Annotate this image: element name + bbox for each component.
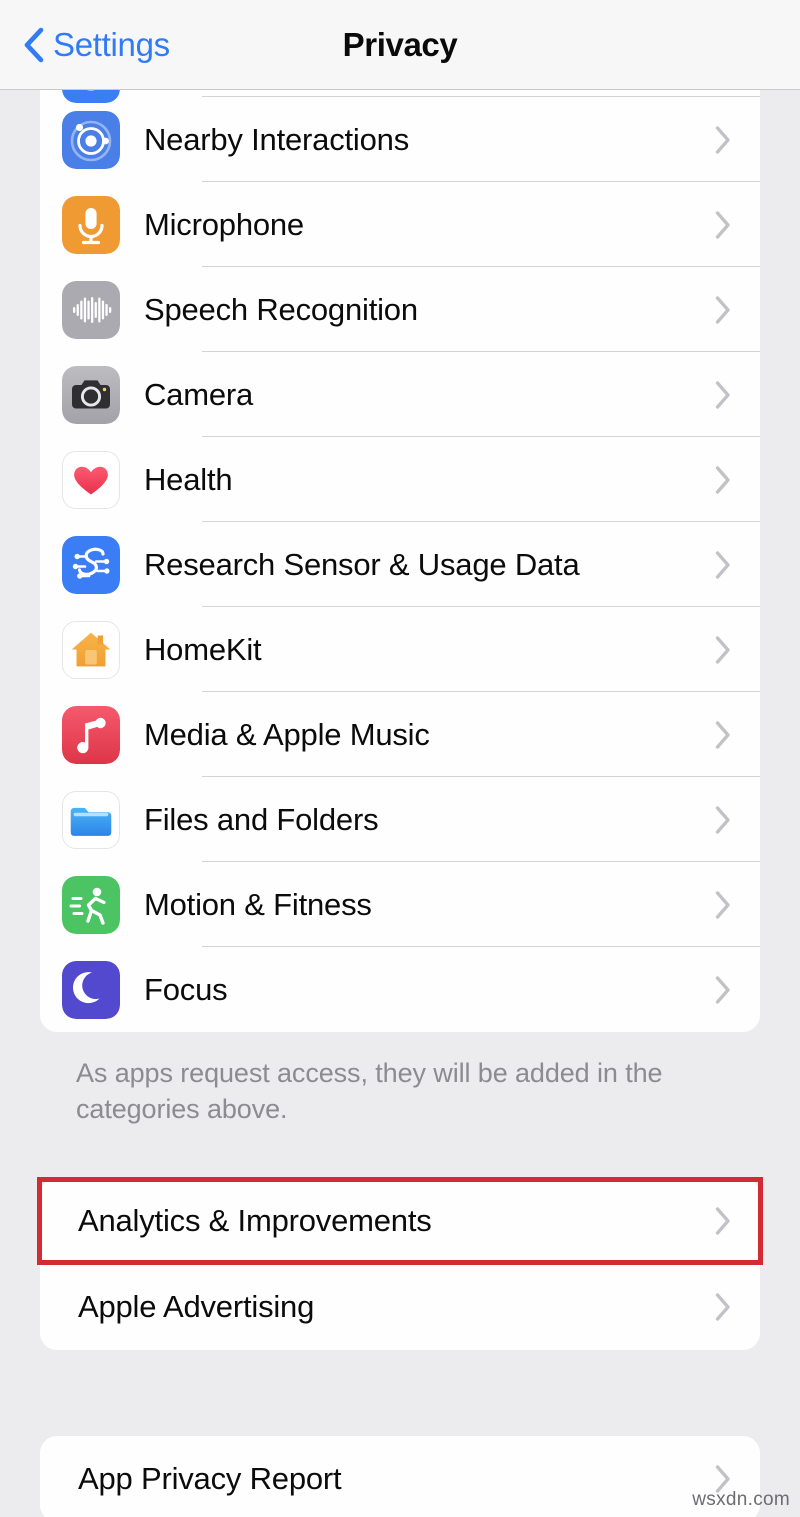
- chevron-right-icon: [715, 635, 730, 664]
- settings-row[interactable]: HomeKit: [40, 607, 760, 692]
- settings-row[interactable]: Speech Recognition: [40, 267, 760, 352]
- chevron-right-icon: [715, 210, 730, 239]
- settings-row-label: HomeKit: [144, 631, 262, 667]
- settings-row-label: Apple Advertising: [78, 1288, 315, 1324]
- iphone-settings-privacy-screen: Privacy Settings Local Network Nearby Int…: [0, 0, 800, 1517]
- scroll-content[interactable]: Local Network Nearby Interactions Micropho…: [0, 90, 800, 1517]
- settings-row-label: Health: [144, 461, 233, 497]
- chevron-right-icon: [715, 1293, 730, 1321]
- privacy-permissions-card: Local Network Nearby Interactions Micropho…: [40, 90, 760, 1032]
- motion-fitness-icon: [62, 875, 120, 934]
- analytics-card: Analytics & Improvements Apple Advertisin…: [40, 1177, 760, 1350]
- health-heart-icon: [62, 450, 120, 509]
- chevron-right-icon: [715, 295, 730, 324]
- nearby-interactions-icon: [62, 110, 120, 169]
- speech-recognition-icon: [62, 280, 120, 339]
- settings-row[interactable]: Health: [40, 437, 760, 522]
- settings-row[interactable]: Media & Apple Music: [40, 692, 760, 777]
- settings-row[interactable]: Research Sensor & Usage Data: [40, 522, 760, 607]
- page-title: Privacy: [342, 25, 458, 63]
- chevron-right-icon: [715, 125, 730, 154]
- navigation-bar: Privacy Settings: [0, 0, 800, 90]
- chevron-right-icon: [715, 465, 730, 494]
- settings-row-label: Microphone: [144, 206, 304, 242]
- chevron-right-icon: [715, 1207, 730, 1235]
- watermark: wsxdn.com: [692, 1489, 790, 1510]
- settings-row-label: App Privacy Report: [78, 1460, 342, 1496]
- microphone-icon: [62, 195, 120, 254]
- focus-moon-icon: [62, 960, 120, 1019]
- settings-row-label: Files and Folders: [144, 801, 379, 837]
- settings-row-label: Media & Apple Music: [144, 716, 430, 752]
- settings-row[interactable]: Apple Advertising: [40, 1264, 760, 1350]
- settings-row[interactable]: Camera: [40, 352, 760, 437]
- settings-row-label: Nearby Interactions: [144, 121, 409, 157]
- settings-row[interactable]: Nearby Interactions: [40, 97, 760, 182]
- settings-row[interactable]: Files and Folders: [40, 777, 760, 862]
- settings-row-clipped[interactable]: Local Network: [40, 90, 760, 103]
- settings-row-label: Focus: [144, 971, 228, 1007]
- chevron-right-icon: [715, 380, 730, 409]
- settings-row-label: Analytics & Improvements: [78, 1202, 432, 1238]
- files-and-folders-icon: [62, 790, 120, 849]
- chevron-right-icon: [715, 805, 730, 834]
- settings-row-label: Speech Recognition: [144, 291, 418, 327]
- research-sensor-icon: [62, 535, 120, 594]
- chevron-right-icon: [715, 720, 730, 749]
- chevron-right-icon: [715, 550, 730, 579]
- settings-row-label: Research Sensor & Usage Data: [144, 546, 580, 582]
- permissions-footer-note: As apps request access, they will be add…: [76, 1058, 663, 1124]
- chevron-right-icon: [715, 890, 730, 919]
- settings-row-label: Motion & Fitness: [144, 886, 372, 922]
- app-privacy-report-card: App Privacy Report: [40, 1435, 760, 1517]
- media-apple-music-icon: [62, 705, 120, 764]
- settings-row-label: Local Network: [144, 90, 714, 92]
- settings-row-label: Camera: [144, 376, 254, 412]
- settings-row[interactable]: Focus: [40, 947, 760, 1032]
- camera-icon: [62, 365, 120, 424]
- settings-row[interactable]: App Privacy Report: [40, 1436, 760, 1517]
- homekit-icon: [62, 620, 120, 679]
- settings-row[interactable]: Microphone: [40, 182, 760, 267]
- settings-row[interactable]: Motion & Fitness: [40, 862, 760, 947]
- settings-row[interactable]: Analytics & Improvements: [40, 1178, 760, 1264]
- chevron-right-icon: [715, 975, 730, 1004]
